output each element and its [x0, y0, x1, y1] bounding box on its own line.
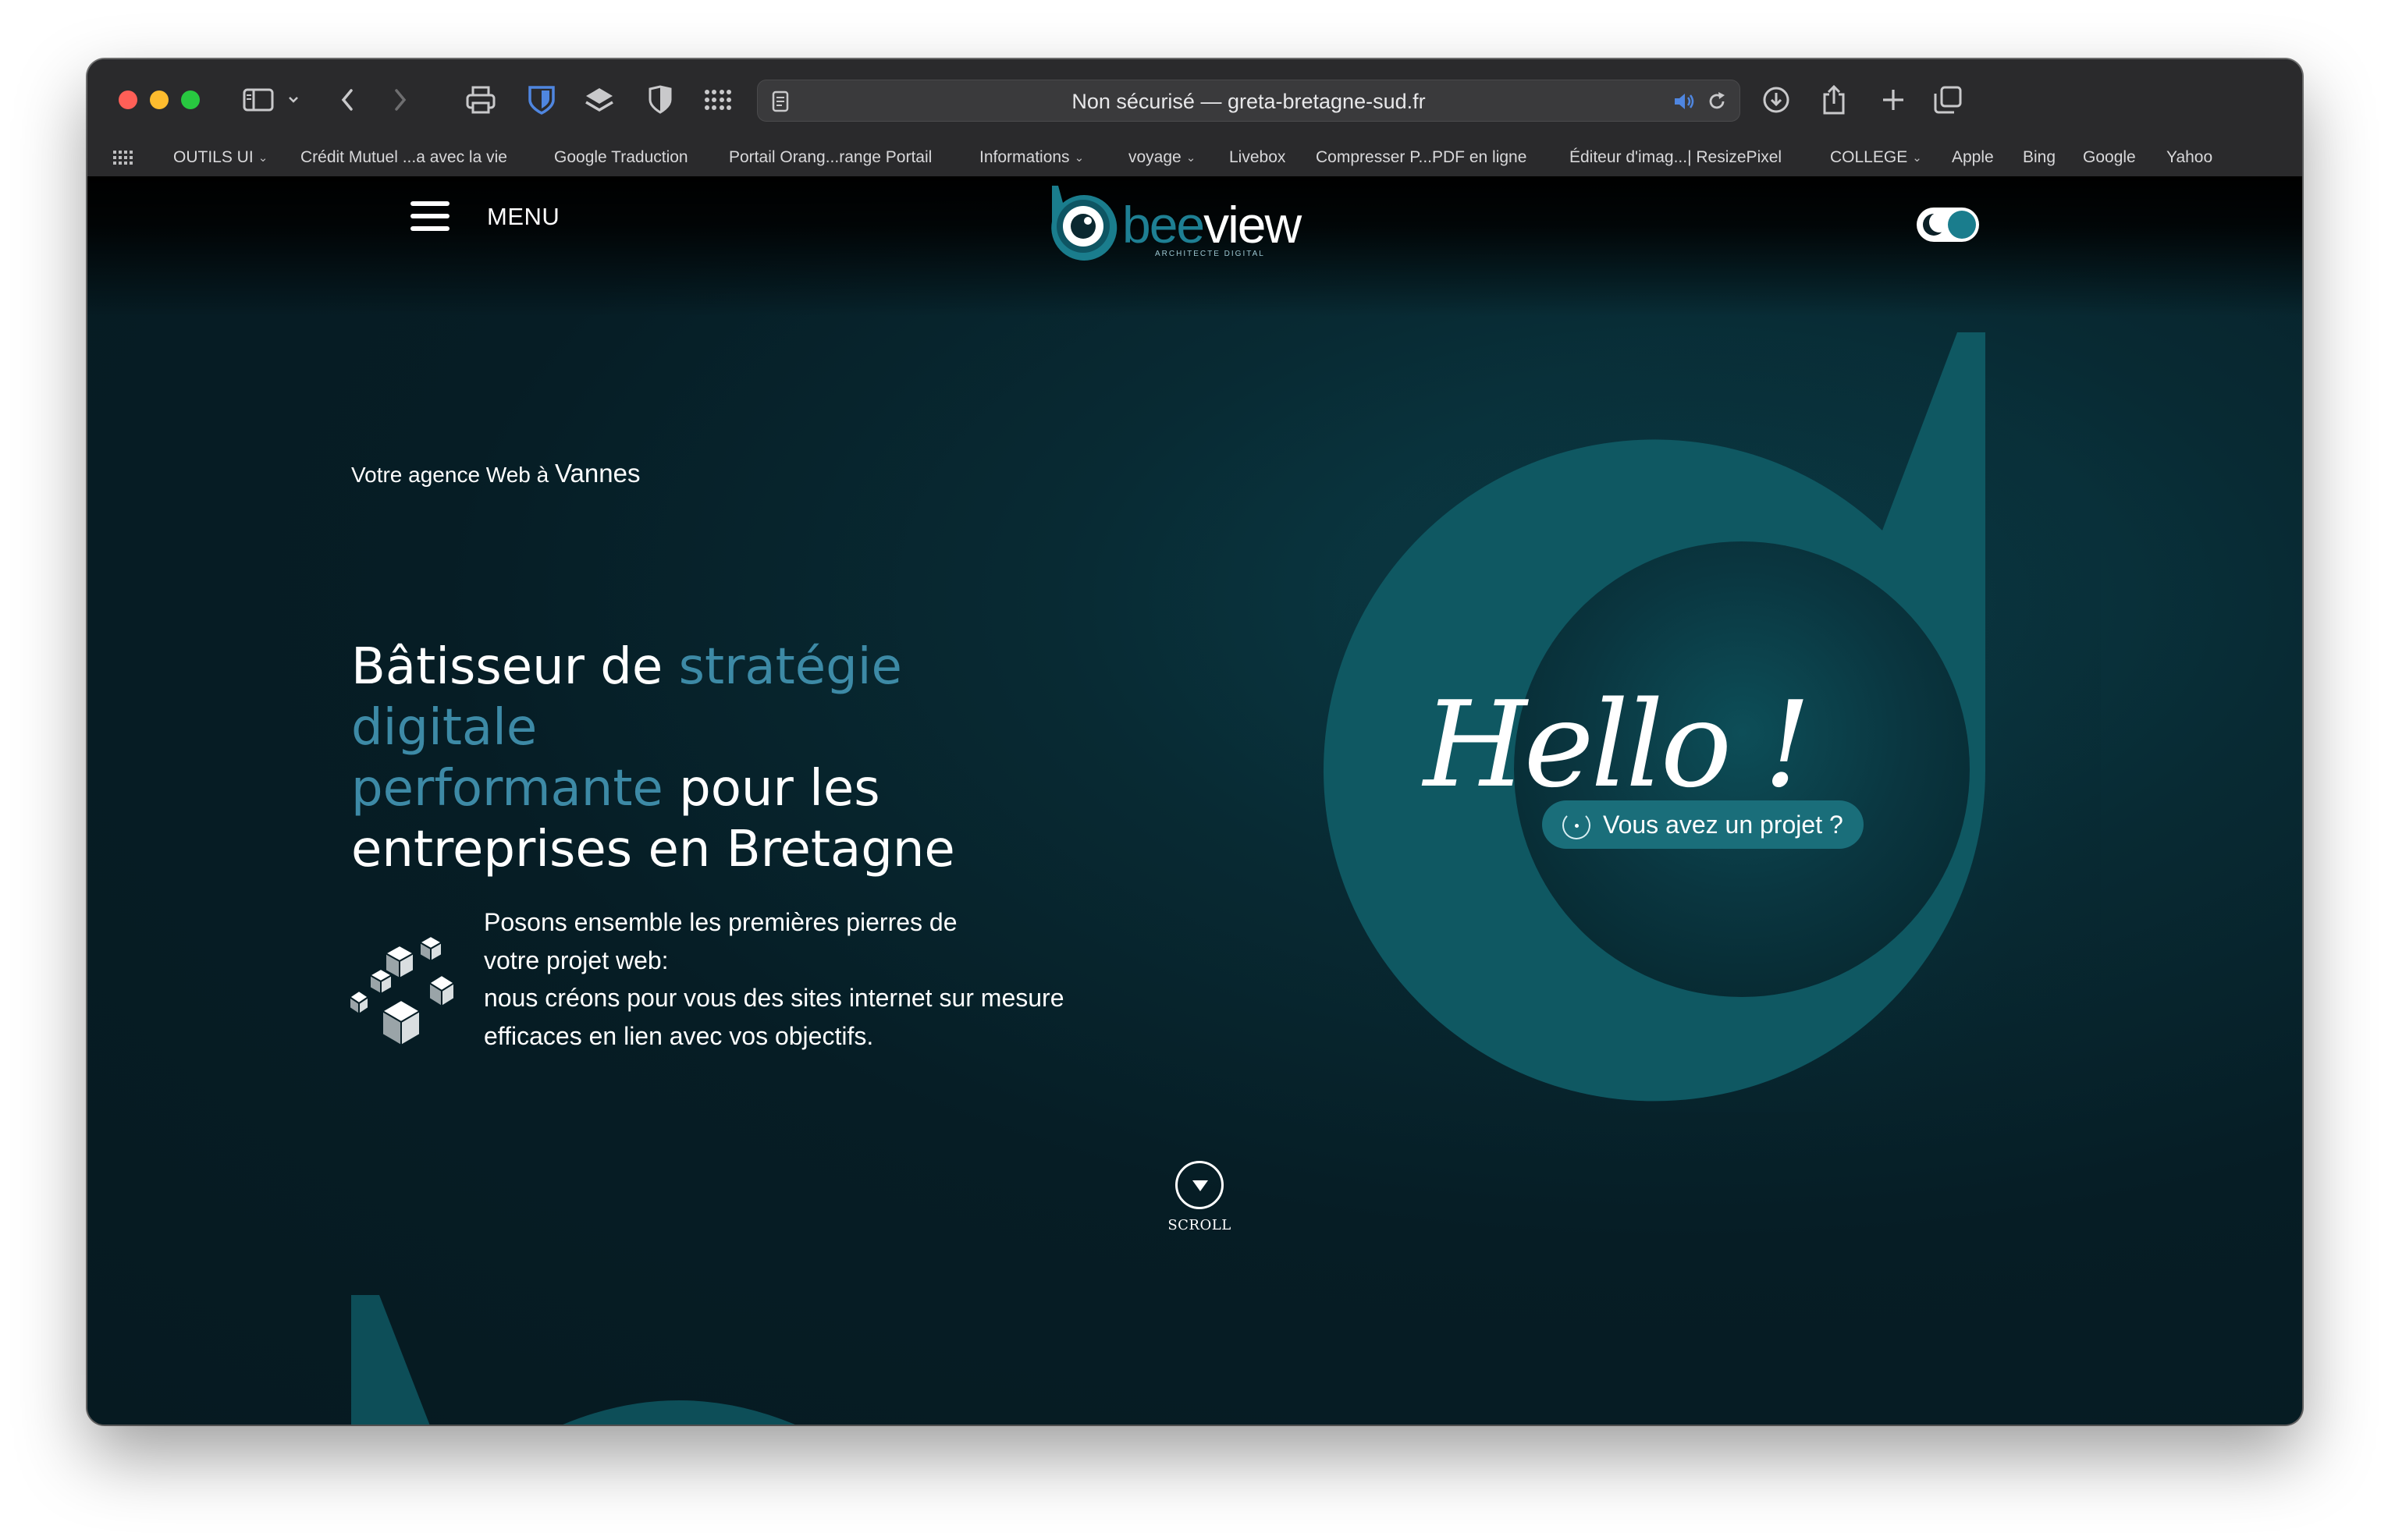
moon-icon	[1923, 212, 1949, 236]
bookmark-google-traduction[interactable]: Google Traduction	[554, 148, 688, 167]
agency-tagline: Votre agence Web à Vannes	[351, 459, 641, 488]
downloads-icon[interactable]	[1759, 83, 1793, 117]
pitch-line: Posons ensemble les premières pierres de	[484, 908, 958, 936]
apps-grid-icon[interactable]	[701, 83, 735, 117]
chevron-down-icon: ⌄	[258, 151, 268, 165]
eye-logo-icon	[1051, 186, 1118, 261]
bookmark-resizepixel[interactable]: Éditeur d'imag...| ResizePixel	[1569, 148, 1782, 167]
project-cta-label: Vous avez un projet ?	[1603, 811, 1843, 839]
hero-pitch: Posons ensemble les premières pierres de…	[484, 903, 1108, 1055]
hero-headline: Bâtisseur de stratégie digitale performa…	[351, 638, 955, 878]
layers-icon[interactable]	[582, 83, 617, 117]
sidebar-icon[interactable]	[240, 83, 276, 117]
browser-chrome: Non sécurisé — greta-bretagne-sud.fr OUT…	[87, 59, 2302, 176]
scroll-down-icon	[1175, 1161, 1224, 1209]
bookmark-portail-orange[interactable]: Portail Orang...range Portail	[729, 148, 932, 167]
forward-icon[interactable]	[389, 83, 412, 117]
chevron-down-icon: ⌄	[1912, 151, 1922, 165]
speaker-icon[interactable]	[1671, 84, 1697, 119]
chevron-down-icon: ⌄	[1074, 151, 1085, 165]
pitch-line: nous créons pour vous des sites internet…	[484, 984, 1064, 1012]
chevron-down-icon: ⌄	[1185, 151, 1196, 165]
bookmark-bing[interactable]: Bing	[2023, 148, 2056, 167]
bookmarks-grid-icon[interactable]	[111, 142, 134, 173]
hamburger-icon	[410, 200, 450, 234]
tab-overview-icon[interactable]	[1931, 83, 1965, 117]
chevron-down-icon[interactable]	[284, 83, 303, 117]
share-icon[interactable]	[1817, 83, 1851, 117]
menu-button[interactable]: MENU	[410, 200, 560, 234]
tagline-city: Vannes	[555, 459, 641, 488]
close-window-button[interactable]	[119, 90, 137, 109]
bookmark-apple[interactable]: Apple	[1952, 148, 1994, 167]
scroll-indicator[interactable]: SCROLL	[1164, 1161, 1235, 1233]
bookmark-informations[interactable]: Informations ⌄	[979, 148, 1084, 167]
bookmark-college[interactable]: COLLEGE ⌄	[1830, 148, 1922, 167]
project-cta-button[interactable]: Vous avez un projet ?	[1542, 800, 1864, 849]
bookmark-livebox[interactable]: Livebox	[1229, 148, 1285, 167]
new-tab-icon[interactable]	[1876, 83, 1910, 117]
bookmark-credit-mutuel[interactable]: Crédit Mutuel ...a avec la vie	[300, 148, 507, 167]
url-host: greta-bretagne-sud.fr	[1227, 90, 1426, 113]
url-security-label: Non sécurisé	[1071, 90, 1195, 113]
privacy-shield-icon[interactable]	[645, 83, 676, 117]
bottom-b-shape-graphic	[351, 1295, 795, 1425]
pitch-line: efficaces en lien avec vos objectifs.	[484, 1021, 874, 1050]
scroll-label: SCROLL	[1167, 1217, 1231, 1233]
bookmark-voyage[interactable]: voyage ⌄	[1128, 148, 1196, 167]
zoom-window-button[interactable]	[181, 90, 200, 109]
browser-toolbar: Non sécurisé — greta-bretagne-sud.fr	[87, 59, 2302, 139]
address-bar[interactable]: Non sécurisé — greta-bretagne-sud.fr	[757, 80, 1740, 122]
toggle-knob	[1948, 211, 1976, 239]
bookmark-google[interactable]: Google	[2083, 148, 2136, 167]
browser-window: Non sécurisé — greta-bretagne-sud.fr OUT…	[87, 59, 2302, 1425]
printer-icon[interactable]	[464, 83, 498, 117]
bookmarks-bar: OUTILS UI ⌄ Crédit Mutuel ...a avec la vi…	[87, 139, 2302, 176]
cubes-icon	[348, 935, 456, 1047]
bookmark-compresser-pdf[interactable]: Compresser P...PDF en ligne	[1316, 148, 1526, 167]
bookmark-outils-ui[interactable]: OUTILS UI ⌄	[173, 148, 268, 167]
minimize-window-button[interactable]	[150, 90, 169, 109]
theme-toggle[interactable]	[1917, 208, 1979, 242]
logo-subtitle: ARCHITECTE DIGITAL	[1155, 250, 1265, 258]
beeview-logo[interactable]: beeview ARCHITECTE DIGITAL	[1047, 186, 1302, 267]
url-text: Non sécurisé — greta-bretagne-sud.fr	[758, 80, 1739, 122]
website-page: MENU beeview ARCHITECTE DIGITAL Votre ag…	[87, 176, 2302, 1425]
loader-icon	[1562, 811, 1590, 839]
back-icon[interactable]	[336, 83, 359, 117]
menu-label: MENU	[487, 203, 560, 230]
pitch-line: votre projet web:	[484, 946, 669, 974]
hello-heading: Hello !	[1423, 676, 1811, 814]
logo-wordmark: beeview	[1122, 196, 1302, 254]
reload-icon[interactable]	[1704, 84, 1730, 119]
bitwarden-shield-icon[interactable]	[524, 83, 559, 117]
bookmark-yahoo[interactable]: Yahoo	[2166, 148, 2212, 167]
url-separator: —	[1194, 90, 1228, 113]
